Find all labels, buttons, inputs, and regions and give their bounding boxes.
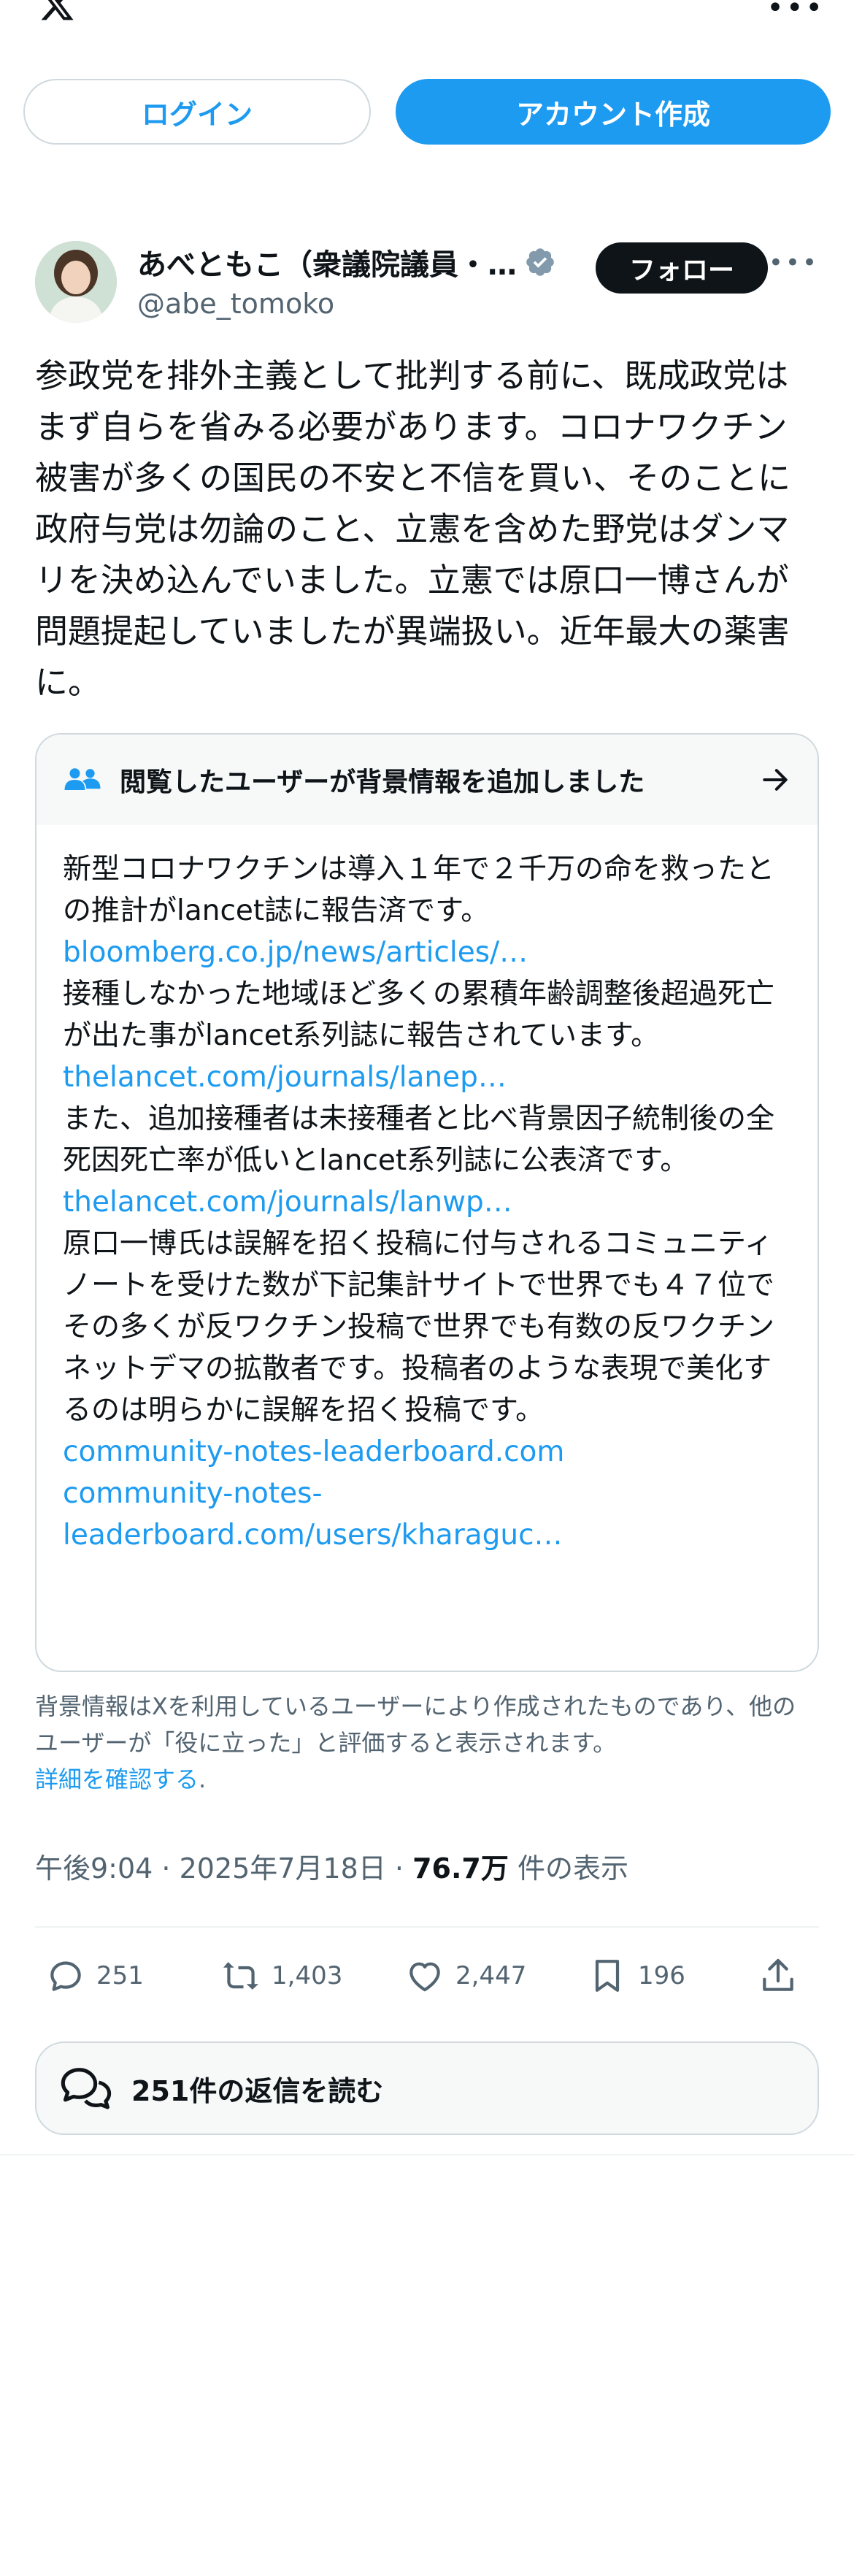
tweet-time[interactable]: 午後9:04 (35, 1852, 153, 1885)
retweet-button[interactable]: 1,403 (220, 1955, 342, 1996)
tweet-actions: 251 1,403 2,447 196 (35, 1947, 819, 2005)
note-link[interactable]: thelancet.com/journals/lanwp… (63, 1181, 791, 1223)
reply-count: 251 (96, 1961, 144, 1990)
note-link[interactable]: bloomberg.co.jp/news/articles/… (63, 932, 791, 973)
community-note-body: 新型コロナワクチンは導入１年で２千万の命を救ったとの推計がlancet誌に報告済… (36, 825, 818, 1556)
signup-button[interactable]: アカウント作成 (396, 79, 831, 145)
conversation-icon (61, 2068, 112, 2109)
bookmark-icon (595, 1960, 620, 1992)
reply-button[interactable]: 251 (45, 1955, 144, 1996)
note-link-part: leaderboard.com/users/kharaguc… (63, 1519, 563, 1552)
note-paragraph: 新型コロナワクチンは導入１年で２千万の命を救ったとの推計がlancet誌に報告済… (63, 853, 775, 927)
note-link[interactable]: thelancet.com/journals/lanep… (63, 1057, 791, 1098)
note-link[interactable]: community-notes-leaderboard.com (63, 1431, 791, 1473)
note-footer-text: 背景情報はXを利用しているユーザーにより作成されたものであり、他のユーザーが「役… (35, 1693, 796, 1757)
divider (0, 2154, 854, 2155)
avatar[interactable] (35, 241, 117, 323)
community-note-footer: 背景情報はXを利用しているユーザーにより作成されたものであり、他のユーザーが「役… (35, 1688, 819, 1798)
author-name[interactable]: あべともこ（衆議院議員・… (137, 241, 517, 283)
view-count-suffix: 件の表示 (508, 1852, 628, 1885)
x-logo-icon[interactable] (35, 0, 79, 23)
bookmark-count: 196 (638, 1961, 685, 1990)
verified-badge-icon (526, 248, 554, 276)
tweet-more-icon[interactable]: ••• (769, 248, 819, 277)
auth-buttons: ログイン アカウント作成 (23, 79, 831, 145)
more-horizontal-icon[interactable]: ••• (766, 0, 825, 25)
note-paragraph: 接種しなかった地域ほど多くの累積年齢調整後超過死亡が出た事がlancet系列誌に… (63, 978, 775, 1052)
heart-icon (409, 1962, 440, 1992)
tweet-author: あべともこ（衆議院議員・… @abe_tomoko フォロー ••• (35, 241, 819, 329)
share-button[interactable] (758, 1955, 809, 1996)
note-link-part: community-notes- (63, 1477, 323, 1510)
community-note-card[interactable]: 閲覧したユーザーが背景情報を追加しました 新型コロナワクチンは導入１年で２千万の… (35, 733, 819, 1672)
retweet-count: 1,403 (272, 1961, 343, 1990)
login-button[interactable]: ログイン (23, 79, 371, 145)
view-count: 76.7万 (412, 1852, 509, 1885)
note-footer-end: . (199, 1766, 207, 1793)
people-icon (64, 768, 101, 790)
read-replies-label: 251件の返信を読む (131, 2074, 384, 2107)
follow-button[interactable]: フォロー (596, 242, 768, 294)
meta-separator: · (153, 1852, 180, 1885)
read-replies-button[interactable]: 251件の返信を読む (35, 2042, 819, 2135)
divider (35, 1926, 819, 1928)
note-details-link[interactable]: 詳細を確認する (35, 1766, 199, 1793)
note-link[interactable]: community-notes- leaderboard.com/users/k… (63, 1473, 791, 1556)
note-paragraph: 原口一博氏は誤解を招く投稿に付与されるコミュニティノートを受けた数が下記集計サイ… (63, 1227, 775, 1427)
like-button[interactable]: 2,447 (404, 1955, 526, 1996)
top-bar: ••• (0, 0, 854, 29)
meta-separator: · (385, 1852, 413, 1885)
tweet-text: 参政党を排外主義として批判する前に、既成政党はまず自らを省みる必要があります。コ… (35, 356, 791, 702)
author-name-row: あべともこ（衆議院議員・… (137, 241, 556, 283)
share-icon (763, 1958, 793, 1991)
community-note-title: 閲覧したユーザーが背景情報を追加しました (120, 767, 645, 797)
like-count: 2,447 (455, 1961, 527, 1990)
bookmark-button[interactable]: 196 (587, 1955, 685, 1996)
tweet-meta: 午後9:04 · 2025年7月18日 · 76.7万 件の表示 (35, 1846, 819, 1886)
note-paragraph: また、追加接種者は未接種者と比べ背景因子統制後の全死因死亡率が低いとlancet… (63, 1103, 775, 1177)
author-handle[interactable]: @abe_tomoko (137, 288, 334, 320)
arrow-right-icon[interactable] (759, 764, 791, 796)
tweet-date[interactable]: 2025年7月18日 (180, 1852, 386, 1885)
retweet-icon (223, 1962, 259, 1990)
community-note-header[interactable]: 閲覧したユーザーが背景情報を追加しました (36, 735, 818, 825)
reply-icon (50, 1961, 81, 1991)
